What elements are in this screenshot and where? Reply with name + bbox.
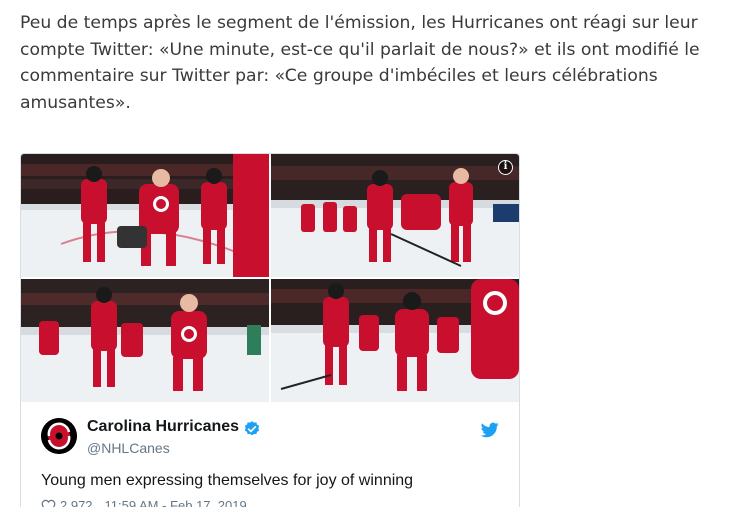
embedded-tweet[interactable]: i Carolina Hurricanes @NHLCanes Young me… bbox=[20, 153, 520, 507]
info-icon[interactable]: i bbox=[498, 160, 513, 175]
article-paragraph: Peu de temps après le segment de l'émiss… bbox=[20, 13, 700, 113]
verified-icon bbox=[244, 421, 260, 436]
like-count[interactable]: 2,972 bbox=[60, 498, 93, 507]
celebration-photo-2[interactable]: i bbox=[271, 154, 519, 277]
tweet-timestamp[interactable]: 11:59 AM - Feb 17, 2019 bbox=[105, 498, 247, 507]
tweet-text: Young men expressing themselves for joy … bbox=[41, 472, 414, 489]
celebration-photo-1[interactable] bbox=[21, 154, 269, 277]
author-handle[interactable]: @NHLCanes bbox=[87, 440, 170, 456]
tweet-photo-grid: i bbox=[21, 154, 519, 402]
twitter-bird-icon[interactable] bbox=[481, 422, 499, 438]
author-name[interactable]: Carolina Hurricanes bbox=[87, 418, 239, 436]
heart-icon[interactable] bbox=[41, 499, 56, 507]
celebration-photo-3[interactable] bbox=[21, 279, 269, 402]
tweet-meta: 2,972 11:59 AM - Feb 17, 2019 bbox=[41, 498, 247, 507]
tweet-body: Carolina Hurricanes @NHLCanes Young men … bbox=[21, 402, 519, 507]
hurricanes-logo[interactable] bbox=[41, 418, 77, 454]
celebration-photo-4[interactable] bbox=[271, 279, 519, 402]
